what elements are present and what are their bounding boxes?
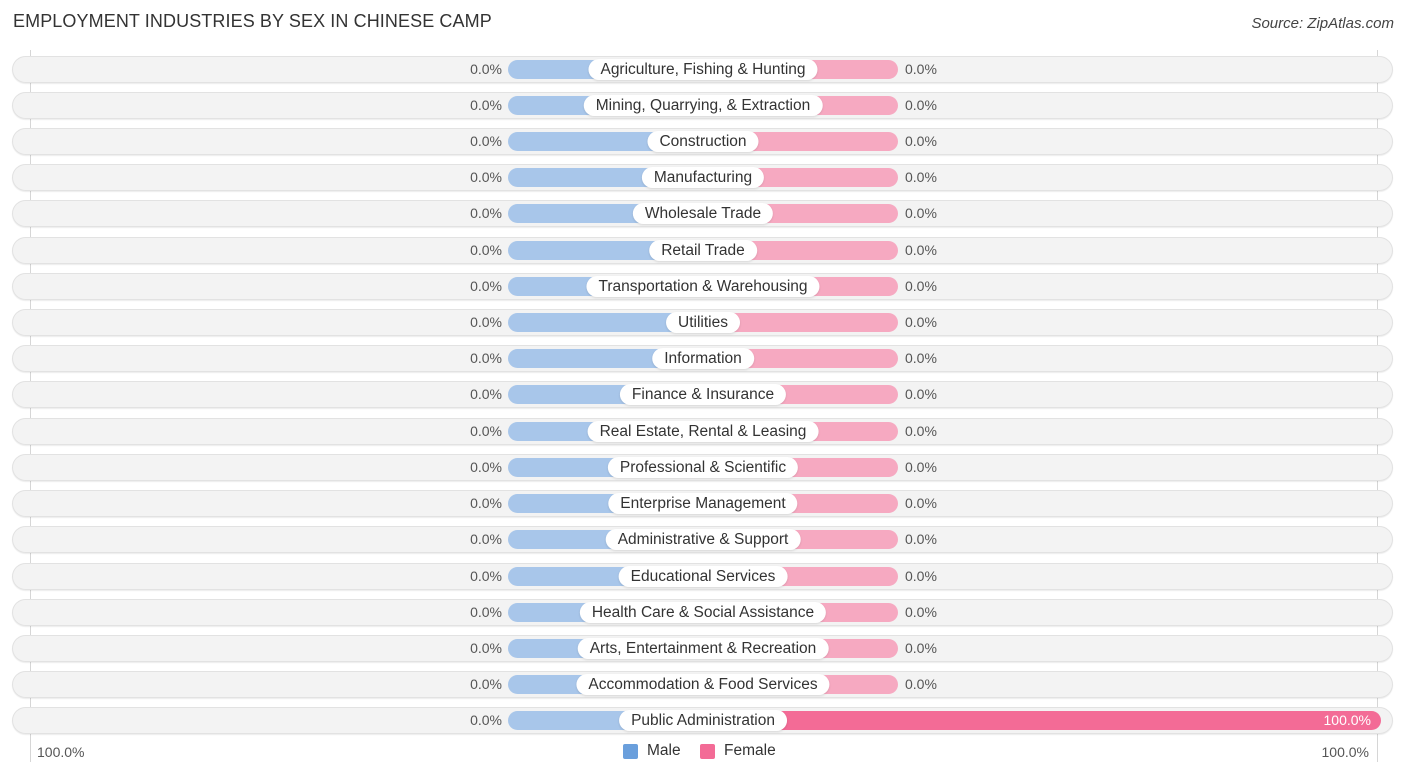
female-value-label: 0.0%: [905, 458, 937, 475]
category-label: Utilities: [666, 312, 740, 334]
male-value-label: 0.0%: [470, 603, 502, 620]
category-label: Accommodation & Food Services: [576, 674, 830, 696]
chart-row: 0.0% 0.0% Educational Services: [12, 562, 1393, 590]
female-value-label: 0.0%: [905, 640, 937, 657]
chart-row: 0.0% 0.0% Health Care & Social Assistance: [12, 598, 1393, 626]
category-label: Administrative & Support: [605, 529, 801, 551]
male-value-label: 0.0%: [470, 96, 502, 113]
category-label: Finance & Insurance: [619, 384, 787, 406]
category-label: Wholesale Trade: [632, 203, 774, 225]
category-label: Information: [652, 348, 754, 370]
male-value-label: 0.0%: [470, 169, 502, 186]
chart-row: 0.0% 0.0% Administrative & Support: [12, 526, 1393, 554]
male-value-label: 0.0%: [470, 205, 502, 222]
category-label: Retail Trade: [649, 239, 757, 261]
category-label: Health Care & Social Assistance: [579, 601, 827, 623]
male-value-label: 0.0%: [470, 531, 502, 548]
category-label: Transportation & Warehousing: [586, 275, 820, 297]
chart-row: 0.0% 0.0% Enterprise Management: [12, 490, 1393, 518]
category-label: Public Administration: [619, 710, 787, 732]
chart-row: 0.0% 100.0% Public Administration: [12, 707, 1393, 735]
male-value-label: 0.0%: [470, 241, 502, 258]
chart-row: 0.0% 0.0% Agriculture, Fishing & Hunting: [12, 55, 1393, 83]
chart-rows: 0.0% 0.0% Agriculture, Fishing & Hunting 0.…: [0, 0, 1406, 776]
category-label: Educational Services: [618, 565, 788, 587]
chart-row: 0.0% 0.0% Construction: [12, 127, 1393, 155]
chart-row: 0.0% 0.0% Professional & Scientific: [12, 453, 1393, 481]
legend-label-female: Female: [724, 742, 776, 759]
female-value-label: 100.0%: [1323, 712, 1371, 729]
male-value-label: 0.0%: [470, 676, 502, 693]
chart-row: 0.0% 0.0% Accommodation & Food Services: [12, 671, 1393, 699]
category-label: Enterprise Management: [608, 493, 798, 515]
male-value-label: 0.0%: [470, 277, 502, 294]
male-value-label: 0.0%: [470, 495, 502, 512]
female-value-label: 0.0%: [905, 495, 937, 512]
category-label: Mining, Quarrying, & Extraction: [583, 94, 823, 116]
female-value-label: 0.0%: [905, 205, 937, 222]
female-value-label: 0.0%: [905, 531, 937, 548]
category-label: Construction: [647, 130, 759, 152]
female-value-label: 0.0%: [905, 60, 937, 77]
chart-row: 0.0% 0.0% Mining, Quarrying, & Extraction: [12, 91, 1393, 119]
legend-swatch-male: [623, 743, 638, 759]
category-label: Agriculture, Fishing & Hunting: [588, 58, 818, 80]
legend-item-male: Male: [623, 742, 681, 760]
female-value-label: 0.0%: [905, 241, 937, 258]
category-label: Real Estate, Rental & Leasing: [587, 420, 819, 442]
legend-swatch-female: [700, 743, 715, 759]
female-value-label: 0.0%: [905, 169, 937, 186]
female-value-label: 0.0%: [905, 350, 937, 367]
chart-row: 0.0% 0.0% Retail Trade: [12, 236, 1393, 264]
male-value-label: 0.0%: [470, 350, 502, 367]
male-value-label: 0.0%: [470, 132, 502, 149]
category-label: Professional & Scientific: [607, 456, 799, 478]
female-value-label: 0.0%: [905, 676, 937, 693]
chart-row: 0.0% 0.0% Utilities: [12, 309, 1393, 337]
male-value-label: 0.0%: [470, 386, 502, 403]
female-value-label: 0.0%: [905, 314, 937, 331]
legend-label-male: Male: [647, 742, 681, 759]
female-value-label: 0.0%: [905, 386, 937, 403]
category-label: Manufacturing: [641, 167, 765, 189]
legend: Male Female: [0, 742, 1406, 762]
chart-row: 0.0% 0.0% Information: [12, 345, 1393, 373]
male-value-label: 0.0%: [470, 314, 502, 331]
male-value-label: 0.0%: [470, 567, 502, 584]
chart-row: 0.0% 0.0% Real Estate, Rental & Leasing: [12, 417, 1393, 445]
female-value-label: 0.0%: [905, 277, 937, 294]
male-value-label: 0.0%: [470, 60, 502, 77]
category-label: Arts, Entertainment & Recreation: [577, 638, 829, 660]
chart-row: 0.0% 0.0% Arts, Entertainment & Recreation: [12, 635, 1393, 663]
male-value-label: 0.0%: [470, 712, 502, 729]
chart-row: 0.0% 0.0% Transportation & Warehousing: [12, 272, 1393, 300]
male-value-label: 0.0%: [470, 422, 502, 439]
female-value-label: 0.0%: [905, 96, 937, 113]
male-value-label: 0.0%: [470, 458, 502, 475]
chart-row: 0.0% 0.0% Manufacturing: [12, 164, 1393, 192]
female-value-label: 0.0%: [905, 132, 937, 149]
chart-row: 0.0% 0.0% Wholesale Trade: [12, 200, 1393, 228]
chart-row: 0.0% 0.0% Finance & Insurance: [12, 381, 1393, 409]
male-value-label: 0.0%: [470, 640, 502, 657]
female-value-label: 0.0%: [905, 422, 937, 439]
legend-item-female: Female: [700, 742, 776, 760]
female-value-label: 0.0%: [905, 603, 937, 620]
female-value-label: 0.0%: [905, 567, 937, 584]
female-bar: [703, 711, 1381, 731]
